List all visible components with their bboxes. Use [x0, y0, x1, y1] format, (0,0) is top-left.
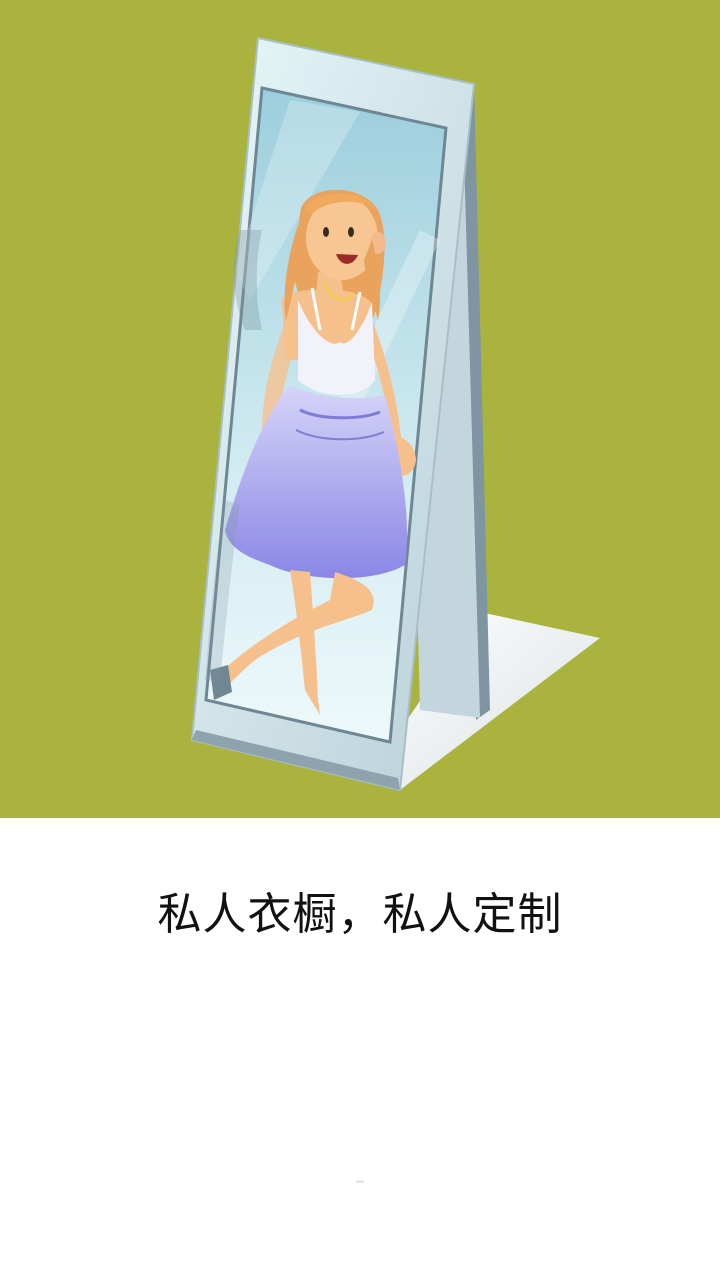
- onboarding-caption: 私人衣橱，私人定制: [157, 889, 563, 940]
- hero-banner: [0, 0, 720, 818]
- page-dot: [356, 1180, 364, 1183]
- page-indicator: [0, 1180, 720, 1188]
- woman-in-mirror-illustration: [190, 36, 600, 792]
